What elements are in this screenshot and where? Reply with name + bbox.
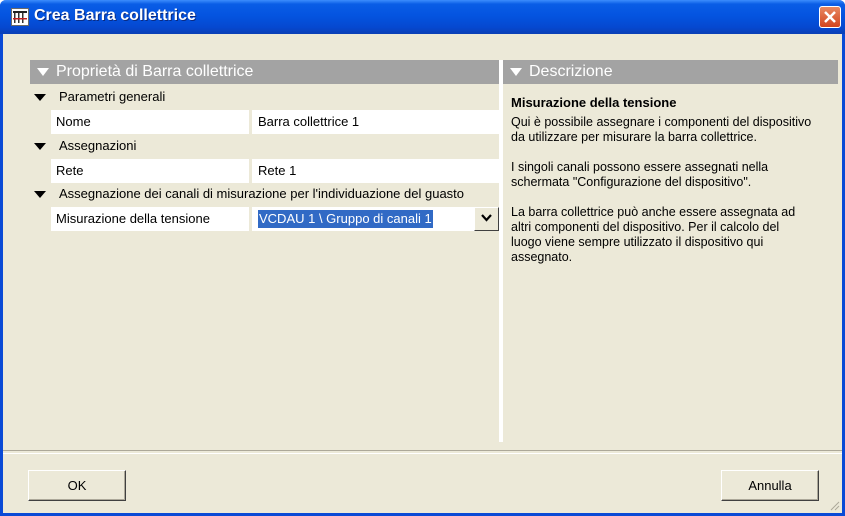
name-field[interactable]: Barra collettrice 1	[252, 110, 499, 134]
group-label: Assegnazione dei canali di misurazione p…	[59, 186, 465, 201]
dialog-window: Crea Barra collettrice Proprietà di Barr…	[0, 0, 845, 516]
ok-button[interactable]: OK	[28, 470, 126, 501]
window-title: Crea Barra collettrice	[34, 7, 196, 24]
collapse-triangle-icon	[510, 68, 522, 76]
collapse-triangle-icon	[34, 191, 46, 198]
description-title: Misurazione della tensione	[511, 95, 677, 110]
dropdown-button[interactable]	[474, 207, 499, 231]
close-icon	[824, 11, 836, 23]
property-row-network[interactable]: Rete Rete 1	[51, 159, 499, 183]
chevron-down-icon	[481, 214, 492, 222]
close-button[interactable]	[819, 6, 841, 28]
properties-panel-title: Proprietà di Barra collettrice	[56, 63, 254, 80]
description-panel-title: Descrizione	[529, 63, 613, 80]
property-name: Rete	[51, 159, 249, 183]
title-bar[interactable]: Crea Barra collettrice	[0, 0, 845, 34]
footer-separator	[3, 450, 842, 454]
panel-divider[interactable]	[499, 60, 503, 442]
group-label: Parametri generali	[59, 89, 166, 104]
collapse-triangle-icon	[37, 68, 49, 76]
group-measurement-channels[interactable]: Assegnazione dei canali di misurazione p…	[30, 184, 499, 206]
description-panel-header[interactable]: Descrizione	[503, 60, 838, 84]
dialog-content: Proprietà di Barra collettrice Parametri…	[30, 60, 838, 442]
voltage-measurement-dropdown[interactable]: VCDAU 1 \ Gruppo di canali 1	[252, 207, 499, 231]
collapse-triangle-icon	[34, 143, 46, 150]
collapse-triangle-icon	[34, 94, 46, 101]
description-body: Qui è possibile assegnare i componenti d…	[511, 115, 812, 264]
group-general-parameters[interactable]: Parametri generali	[30, 87, 499, 109]
resize-grip-icon[interactable]	[828, 499, 840, 511]
property-name: Misurazione della tensione	[51, 207, 249, 231]
property-row-voltage-measurement[interactable]: Misurazione della tensione VCDAU 1 \ Gru…	[51, 207, 499, 231]
dropdown-selected-value: VCDAU 1 \ Gruppo di canali 1	[258, 210, 433, 228]
group-label: Assegnazioni	[59, 138, 137, 153]
property-row-name[interactable]: Nome Barra collettrice 1	[51, 110, 499, 134]
network-field[interactable]: Rete 1	[252, 159, 499, 183]
cancel-button[interactable]: Annulla	[721, 470, 819, 501]
bus-bar-app-icon	[11, 8, 29, 26]
property-name: Nome	[51, 110, 249, 134]
group-assignments[interactable]: Assegnazioni	[30, 136, 499, 158]
properties-panel-header[interactable]: Proprietà di Barra collettrice	[30, 60, 499, 84]
